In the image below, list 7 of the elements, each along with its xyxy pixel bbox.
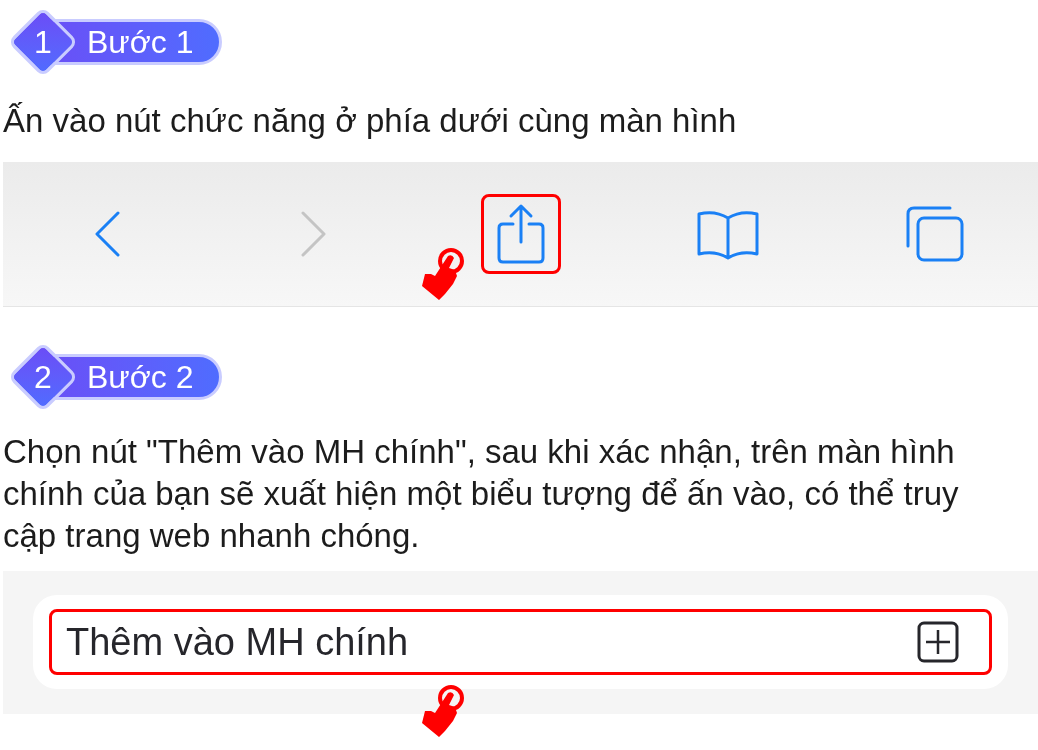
pointing-hand-icon	[419, 246, 467, 302]
pointing-hand-icon	[419, 683, 467, 739]
plus-square-icon	[917, 621, 959, 663]
step-description: Chọn nút "Thêm vào MH chính", sau khi xác nhận, trên màn hình chính của bạn sẽ xuất hiện một biểu tượng để ấn vào, có thể truy cập trang web nhanh chóng.	[2, 432, 960, 556]
step-description: Ấn vào nút chức năng ở phía dưới cùng màn hình	[2, 101, 738, 141]
add-to-home-screen-item[interactable]: Thêm vào MH chính	[49, 609, 992, 675]
toolbar-button[interactable]	[480, 194, 561, 274]
